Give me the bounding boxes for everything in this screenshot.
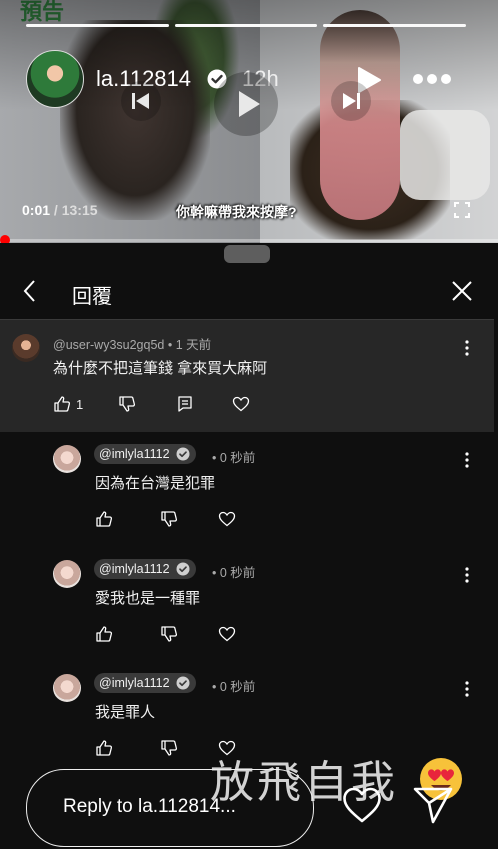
comment-author: @imlyla1112 [99, 447, 170, 461]
comment-text: 愛我也是一種罪 [95, 590, 201, 607]
story-progress-segment [26, 24, 169, 27]
more-options-icon[interactable] [412, 72, 452, 86]
like-count: 1 [76, 397, 84, 412]
heart-icon[interactable] [218, 510, 236, 528]
comment-avatar[interactable] [12, 334, 40, 362]
reply-input[interactable]: Reply to la.112814... [26, 769, 314, 847]
comment-menu-icon[interactable] [464, 681, 470, 697]
like-story-icon[interactable] [342, 786, 382, 824]
back-arrow-icon[interactable] [20, 279, 40, 303]
video-scrub-track[interactable] [0, 239, 498, 242]
video-duration: 13:15 [61, 202, 98, 218]
sheet-header: 回覆 [0, 269, 494, 320]
like-icon[interactable] [95, 739, 113, 757]
comment-author: @imlyla1112 [99, 676, 170, 690]
sheet-title: 回覆 [72, 286, 112, 308]
video-timecode: 0:01 / 13:15 [22, 202, 98, 218]
comment-avatar[interactable] [53, 674, 81, 702]
previous-track-icon[interactable] [120, 80, 162, 122]
comment-avatar[interactable] [53, 560, 81, 588]
video-scrub-handle[interactable] [0, 235, 10, 243]
dislike-icon[interactable] [160, 739, 178, 757]
comment-age-wrap: • 0 秒前 [212, 447, 255, 466]
next-track-icon[interactable] [330, 80, 372, 122]
comment-meta-separator: • [212, 451, 220, 465]
comment-age: 1 天前 [175, 338, 212, 352]
comment-text: 因為在台灣是犯罪 [95, 475, 216, 492]
video-play-button[interactable] [214, 72, 278, 136]
author-chip[interactable]: @imlyla1112 [94, 673, 196, 693]
story-progress-bars [26, 24, 467, 27]
comment-avatar[interactable] [53, 445, 81, 473]
story-avatar[interactable] [26, 50, 84, 108]
comment-meta-separator: • [164, 338, 176, 352]
dislike-icon[interactable] [160, 510, 178, 528]
comment-menu-icon[interactable] [464, 567, 470, 583]
comment-author: @imlyla1112 [99, 562, 170, 576]
video-subtitle: 你幹嘛帶我來按摩? [176, 204, 297, 220]
sheet-drag-handle[interactable] [224, 245, 270, 263]
dislike-icon[interactable] [160, 625, 178, 643]
comment-author[interactable]: @user-wy3su2gq5d [53, 338, 164, 352]
like-icon[interactable] [53, 395, 71, 413]
video-jacket [400, 110, 490, 200]
comment-age-wrap: • 0 秒前 [212, 562, 255, 581]
replies-sheet: 回覆 @user-wy3su2gq5d • 1 天前 為什麼不把這筆錢 拿來買大… [0, 243, 498, 849]
comment-menu-icon[interactable] [464, 340, 470, 356]
comment-age-wrap: • 0 秒前 [212, 676, 255, 695]
dislike-icon[interactable] [118, 395, 136, 413]
video-play-icon [239, 91, 260, 117]
fullscreen-icon[interactable] [454, 202, 470, 218]
verified-badge-icon [176, 676, 190, 690]
reply-comment: @imlyla1112 • 0 秒前 因為在台灣是犯罪 [0, 433, 494, 547]
video-current-time: 0:01 [22, 202, 51, 218]
story-progress-segment [174, 24, 318, 27]
video-time-separator: / [50, 202, 62, 218]
send-icon[interactable] [412, 786, 454, 824]
parent-comment: @user-wy3su2gq5d • 1 天前 為什麼不把這筆錢 拿來買大麻阿 … [0, 320, 494, 432]
reply-comment: @imlyla1112 • 0 秒前 愛我也是一種罪 [0, 548, 494, 662]
reply-icon[interactable] [176, 395, 194, 413]
verified-badge-icon [176, 447, 190, 461]
comment-menu-icon[interactable] [464, 452, 470, 468]
video-frame[interactable]: 預告 la.112814 12h 0:01 / 13:15 你幹嘛帶我來按摩? [0, 0, 498, 243]
like-icon[interactable] [95, 625, 113, 643]
like-icon[interactable] [95, 510, 113, 528]
comment-text: 我是罪人 [95, 704, 156, 721]
comment-text: 為什麼不把這筆錢 拿來買大麻阿 [53, 360, 268, 377]
comment-age: 0 秒前 [219, 566, 256, 580]
story-progress-segment [323, 24, 467, 27]
author-chip[interactable]: @imlyla1112 [94, 444, 196, 464]
heart-icon[interactable] [218, 625, 236, 643]
heart-icon[interactable] [232, 395, 250, 413]
author-chip[interactable]: @imlyla1112 [94, 559, 196, 579]
comment-meta-separator: • [212, 680, 220, 694]
comment-meta-separator: • [212, 566, 220, 580]
comment-age: 0 秒前 [219, 451, 256, 465]
comment-meta: @user-wy3su2gq5d • 1 天前 [53, 334, 211, 353]
reply-input-placeholder: Reply to la.112814... [63, 796, 236, 817]
comment-age: 0 秒前 [219, 680, 256, 694]
verified-badge-icon [176, 562, 190, 576]
close-icon[interactable] [450, 279, 474, 303]
